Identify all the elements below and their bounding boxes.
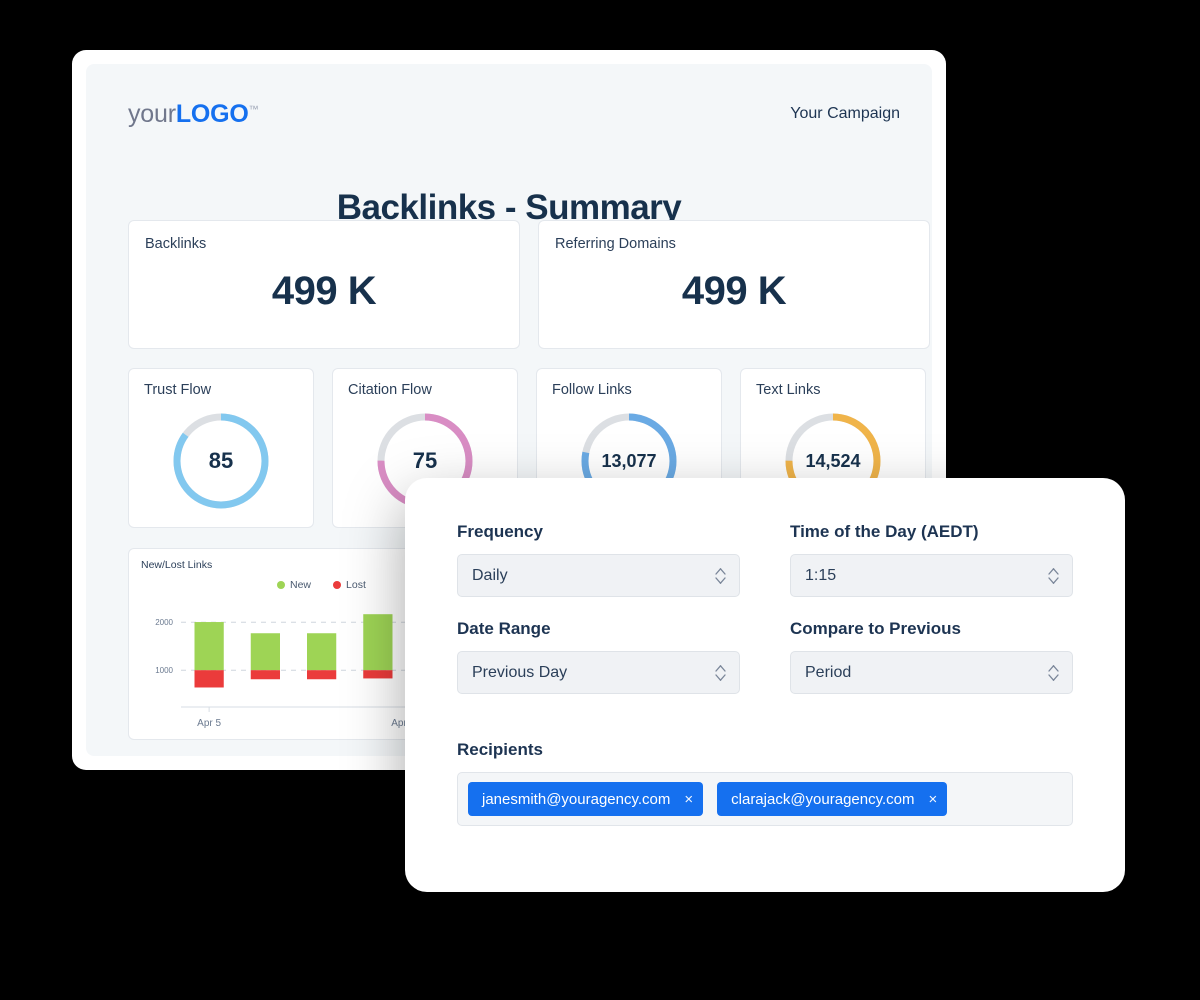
trademark-icon: ™ — [248, 104, 259, 116]
date-range-select[interactable]: Previous Day — [457, 651, 740, 694]
legend-item-lost: Lost — [333, 579, 366, 591]
chart-title: New/Lost Links — [141, 559, 213, 571]
stat-card-backlinks: Backlinks 499 K — [128, 220, 520, 349]
svg-text:1000: 1000 — [155, 666, 173, 675]
stat-value: 499 K — [271, 269, 377, 313]
stat-label: Backlinks — [145, 236, 207, 252]
legend-item-new: New — [277, 579, 311, 591]
legend-color-swatch-lost — [333, 581, 342, 589]
stepper-chevrons-icon[interactable] — [715, 664, 726, 681]
recipient-email: clarajack@youragency.com — [731, 790, 915, 808]
field-label: Compare to Previous — [790, 619, 961, 638]
stepper-chevrons-icon[interactable] — [1048, 664, 1059, 681]
schedule-settings-modal: Frequency Daily Time of the Day (AEDT) 1… — [405, 478, 1125, 892]
svg-text:2000: 2000 — [155, 618, 173, 627]
svg-text:Apr 5: Apr 5 — [197, 718, 221, 729]
legend-label: Lost — [346, 579, 366, 591]
recipients-section: Recipients janesmith@youragency.com × cl… — [457, 740, 1073, 826]
dashboard-header: yourLOGO™ Your Campaign — [128, 94, 900, 134]
logo[interactable]: yourLOGO™ — [128, 99, 259, 128]
gauge-card-trust-flow: Trust Flow 85 — [128, 368, 314, 528]
stat-card-referring-domains: Referring Domains 499 K — [538, 220, 930, 349]
field-label: Frequency — [457, 522, 543, 541]
field-frequency: Frequency Daily — [457, 522, 740, 597]
stat-value: 499 K — [681, 269, 787, 313]
select-value: 1:15 — [805, 566, 837, 584]
remove-recipient-icon[interactable]: × — [684, 792, 693, 807]
settings-form: Frequency Daily Time of the Day (AEDT) 1… — [457, 522, 1073, 716]
recipients-label: Recipients — [457, 740, 543, 759]
donut-chart-icon: 85 — [169, 409, 273, 513]
logo-prefix: your — [128, 99, 176, 128]
chart-legend: New Lost — [277, 579, 366, 591]
frequency-select[interactable]: Daily — [457, 554, 740, 597]
legend-label: New — [290, 579, 312, 591]
screenshot-stage: yourLOGO™ Your Campaign Backlinks - Summ… — [0, 0, 1200, 1000]
legend-color-swatch-new — [277, 581, 285, 589]
remove-recipient-icon[interactable]: × — [929, 792, 938, 807]
field-label: Time of the Day (AEDT) — [790, 522, 979, 541]
gauge-label: Citation Flow — [348, 382, 432, 398]
field-label: Date Range — [457, 619, 551, 638]
gauge-label: Follow Links — [552, 382, 632, 398]
gauge-label: Text Links — [756, 382, 821, 398]
campaign-name: Your Campaign — [790, 105, 900, 122]
stepper-chevrons-icon[interactable] — [715, 567, 726, 584]
gauge-label: Trust Flow — [144, 382, 212, 398]
recipient-tag[interactable]: clarajack@youragency.com × — [717, 782, 948, 816]
select-value: Period — [805, 663, 852, 681]
field-date-range: Date Range Previous Day — [457, 619, 740, 694]
recipients-input[interactable]: janesmith@youragency.com × clarajack@you… — [457, 772, 1073, 826]
gauge-value: 85 — [208, 448, 234, 473]
compare-to-previous-select[interactable]: Period — [790, 651, 1073, 694]
field-compare-to-previous: Compare to Previous Period — [790, 619, 1073, 694]
recipient-email: janesmith@youragency.com — [482, 790, 671, 808]
big-stats-row: Backlinks 499 K Referring Domains 499 K — [128, 220, 930, 349]
stepper-chevrons-icon[interactable] — [1048, 567, 1059, 584]
recipient-tag[interactable]: janesmith@youragency.com × — [468, 782, 704, 816]
field-time-of-day: Time of the Day (AEDT) 1:15 — [790, 522, 1073, 597]
stat-label: Referring Domains — [555, 236, 676, 252]
time-of-day-select[interactable]: 1:15 — [790, 554, 1073, 597]
select-value: Previous Day — [472, 663, 568, 681]
select-value: Daily — [472, 566, 508, 584]
logo-mark: LOGO — [175, 99, 249, 128]
